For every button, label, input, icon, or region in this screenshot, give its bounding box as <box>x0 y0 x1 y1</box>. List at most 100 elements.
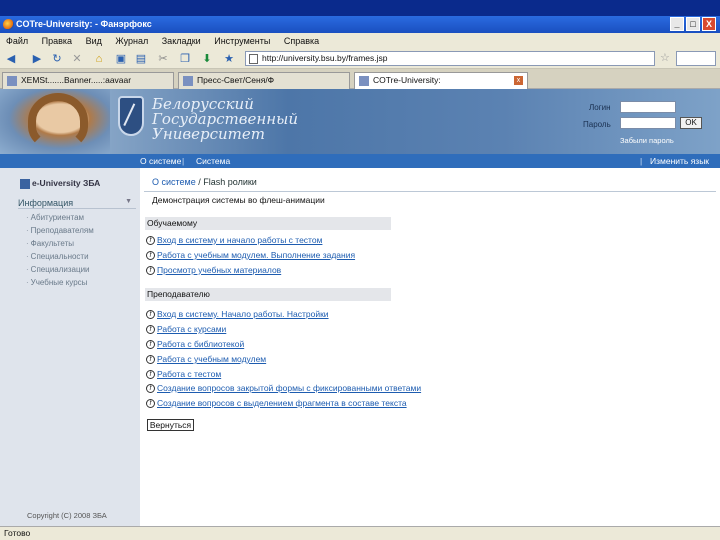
tab-page-icon <box>7 76 17 86</box>
flash-icon: f <box>146 236 155 245</box>
tab-label: COTre-University: <box>373 75 441 85</box>
menu-edit[interactable]: Правка <box>42 36 72 46</box>
home-icon[interactable]: ⌂ <box>92 52 106 66</box>
site-header: Белорусский Государственный Университет … <box>0 89 720 154</box>
breadcrumb: О системе / Flash ролики <box>152 177 257 187</box>
header-photo <box>0 89 110 154</box>
sidebar-item-specialties[interactable]: · Специальности <box>26 252 89 261</box>
minimize-button[interactable]: _ <box>670 17 684 31</box>
sidebar-item-courses[interactable]: · Учебные курсы <box>26 278 87 287</box>
status-bar: Готово <box>0 526 720 540</box>
flash-link[interactable]: f Создание вопросов закрытой формы с фикс… <box>146 383 421 393</box>
nav-separator: | <box>640 156 643 166</box>
download-icon[interactable]: ⬇ <box>200 52 214 66</box>
copy-icon[interactable]: ❐ <box>178 52 192 66</box>
chevron-down-icon: ▼ <box>125 198 132 205</box>
login-input[interactable] <box>620 101 676 113</box>
forward-arrow-icon[interactable]: ▶ <box>30 52 44 66</box>
menu-file[interactable]: Файл <box>6 36 28 46</box>
nav-separator: | <box>182 156 185 166</box>
reload-icon[interactable]: ↻ <box>50 52 64 66</box>
forgot-password-link[interactable]: Забыли пароль <box>620 136 674 145</box>
stop-icon[interactable]: ✕ <box>70 52 84 66</box>
tab-3-active[interactable]: COTre-University: x <box>354 72 528 89</box>
desktop-band <box>0 0 720 16</box>
sidebar-item-specializations[interactable]: · Специализации <box>26 265 90 274</box>
eu-logo: e-University ЗБА <box>20 178 100 189</box>
top-nav-bar: О системе | Система | Изменить язык <box>0 154 720 168</box>
tab-2[interactable]: Пресс-Свет/Сеня/Ф <box>178 72 350 89</box>
nav-toolbar: ◀ ▶ ↻ ✕ ⌂ ▣ ▤ ✂ ❐ ⬇ ★ http://university.… <box>0 49 720 69</box>
menu-bookmarks[interactable]: Закладки <box>162 36 201 46</box>
menu-view[interactable]: Вид <box>86 36 102 46</box>
breadcrumb-link[interactable]: О системе <box>152 177 196 187</box>
divider <box>144 191 716 192</box>
tab-page-icon <box>359 76 369 86</box>
menu-history[interactable]: Журнал <box>115 36 148 46</box>
maximize-button[interactable]: □ <box>686 17 700 31</box>
login-label: Логин <box>589 103 611 112</box>
page-subtitle: Демонстрация системы во флеш-анимации <box>152 195 325 205</box>
flash-link[interactable]: f Работа с учебным модулем <box>146 354 266 364</box>
window-title: COTre-University: - Фанэрфокс <box>16 19 152 29</box>
flash-icon: f <box>146 310 155 319</box>
tab-1[interactable]: XEMSt.......Banner.....:aavaar <box>2 72 174 89</box>
cut-icon[interactable]: ✂ <box>156 52 170 66</box>
password-label: Пароль <box>583 120 611 129</box>
flash-link[interactable]: f Работа с учебным модулем. Выполнение за… <box>146 250 355 260</box>
sidebar-item-faculties[interactable]: · Факультеты <box>26 239 74 248</box>
save-icon[interactable]: ▤ <box>134 52 148 66</box>
flash-icon: f <box>146 370 155 379</box>
flash-icon: f <box>146 399 155 408</box>
tab-page-icon <box>183 76 193 86</box>
flash-link[interactable]: f Вход в систему. Начало работы. Настройк… <box>146 309 329 319</box>
flash-link[interactable]: f Работа с библиотекой <box>146 339 244 349</box>
menu-tools[interactable]: Инструменты <box>214 36 270 46</box>
flash-link[interactable]: f Работа с тестом <box>146 369 221 379</box>
flash-link[interactable]: f Работа с курсами <box>146 324 226 334</box>
flash-link[interactable]: f Вход в систему и начало работы с тестом <box>146 235 322 245</box>
back-button[interactable]: Вернуться <box>147 419 194 431</box>
tab-bar: XEMSt.......Banner.....:aavaar Пресс-Све… <box>0 69 720 89</box>
sidebar: e-University ЗБА Информация ▼ · Абитуриен… <box>0 168 140 526</box>
flash-icon: f <box>146 266 155 275</box>
tab-label: Пресс-Свет/Сеня/Ф <box>197 75 275 85</box>
search-input[interactable] <box>676 51 716 66</box>
password-input[interactable] <box>620 117 676 129</box>
nav-link-system[interactable]: Система <box>196 154 230 168</box>
eu-logo-icon <box>20 178 30 189</box>
university-crest-icon <box>118 96 144 136</box>
window-titlebar: COTre-University: - Фанэрфокс _ □ X <box>0 16 720 33</box>
menu-bar: Файл Правка Вид Журнал Закладки Инструме… <box>0 33 720 49</box>
nav-link-about[interactable]: О системе <box>140 154 181 168</box>
sidebar-heading[interactable]: Информация ▼ <box>18 198 136 209</box>
flash-icon: f <box>146 340 155 349</box>
address-bar[interactable]: http://university.bsu.by/frames.jsp <box>245 51 655 66</box>
address-text: http://university.bsu.by/frames.jsp <box>262 53 388 63</box>
flash-icon: f <box>146 384 155 393</box>
back-arrow-icon[interactable]: ◀ <box>4 52 18 66</box>
star-icon[interactable]: ☆ <box>660 52 672 64</box>
sidebar-item-teachers[interactable]: · Преподавателям <box>26 226 94 235</box>
tab-close-icon[interactable]: x <box>514 76 523 85</box>
university-name: Белорусский Государственный Университет <box>152 95 298 143</box>
firefox-icon <box>3 19 14 30</box>
print-icon[interactable]: ▣ <box>114 52 128 66</box>
section-heading-students: Обучаемому <box>145 217 391 230</box>
page-icon <box>249 54 258 64</box>
flash-link[interactable]: f Создание вопросов с выделением фрагмент… <box>146 398 407 408</box>
main-content: О системе / Flash ролики Демонстрация си… <box>140 168 720 526</box>
copyright: Copyright (C) 2008 ЗБА <box>27 511 107 520</box>
close-button[interactable]: X <box>702 17 716 31</box>
breadcrumb-current: / Flash ролики <box>195 177 257 187</box>
menu-help[interactable]: Справка <box>284 36 319 46</box>
flash-icon: f <box>146 325 155 334</box>
sidebar-item-applicants[interactable]: · Абитуриентам <box>26 213 84 222</box>
flash-icon: f <box>146 355 155 364</box>
login-ok-button[interactable]: OK <box>680 117 702 129</box>
tab-label: XEMSt.......Banner.....:aavaar <box>21 75 132 85</box>
bookmark-icon[interactable]: ★ <box>222 52 236 66</box>
flash-link[interactable]: f Просмотр учебных материалов <box>146 265 281 275</box>
change-language-link[interactable]: Изменить язык <box>650 154 709 168</box>
flash-icon: f <box>146 251 155 260</box>
